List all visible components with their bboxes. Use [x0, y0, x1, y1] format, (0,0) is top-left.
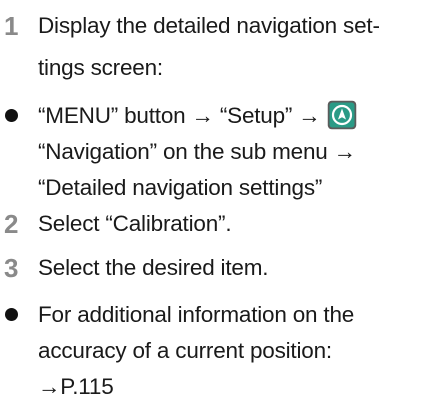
bullet-2-line-2: accuracy of a current position: — [38, 338, 332, 363]
bullet-1-line-1: “MENU” button → “Setup” → — [38, 96, 420, 136]
step-2-line-1: Select “Calibration”. — [38, 211, 232, 236]
page-reference-link[interactable]: →P.115 — [38, 367, 420, 407]
step-3-line-1: Select the desired item. — [38, 255, 269, 280]
navigation-icon — [327, 100, 356, 130]
instruction-page: 1 Display the detailed navigation set- t… — [0, 0, 424, 411]
step-1-line-2: tings screen: — [38, 55, 163, 80]
bullet-icon — [5, 308, 18, 321]
bullet-1-line-2: “Navigation” on the sub menu → — [38, 139, 356, 164]
step-number: 1 — [4, 11, 19, 41]
bullet-icon — [5, 109, 18, 122]
step-number: 2 — [4, 209, 19, 239]
step-1-line-1: Display the detailed navigation set- — [38, 13, 380, 38]
bullet-1-line-3: “Detailed navigation settings” — [38, 175, 323, 200]
bullet-2-line-1: For additional information on the — [38, 302, 355, 327]
step-number: 3 — [4, 253, 19, 283]
